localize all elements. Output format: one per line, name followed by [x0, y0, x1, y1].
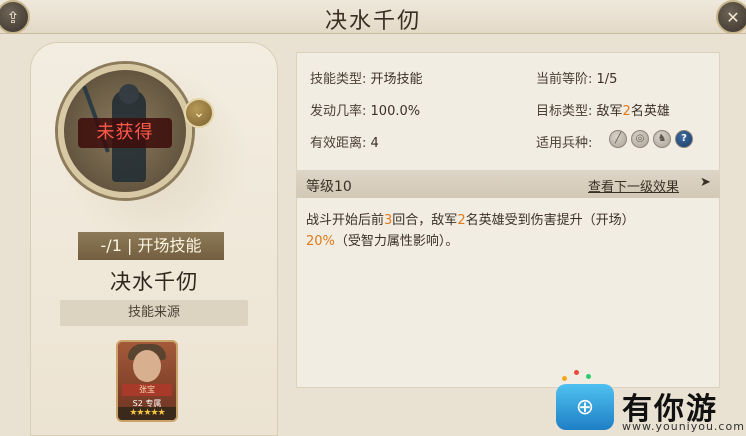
- skill-type-value: 开场技能: [370, 72, 423, 87]
- current-rank-value: 1/5: [596, 72, 618, 87]
- target-type-label: 目标类型:: [536, 104, 593, 119]
- target-type-suffix: 名英雄: [630, 104, 670, 119]
- horse-icon[interactable]: ♞: [653, 130, 671, 148]
- skill-level-type: -/1 | 开场技能: [78, 232, 224, 260]
- close-icon[interactable]: ✕: [716, 0, 746, 34]
- spear-icon[interactable]: ╱: [609, 130, 627, 148]
- desc-part-3: 名英雄受到伤害提升（开场）: [465, 213, 635, 228]
- watermark-url: www.youniyou.com: [622, 420, 745, 433]
- desc-part-1: 战斗开始后前: [306, 213, 385, 228]
- window-title: 决水千仞: [324, 9, 421, 34]
- unobtained-badge: 未获得: [78, 118, 172, 148]
- target-count: 2: [622, 104, 631, 119]
- skill-description: 战斗开始后前3回合，敌军2名英雄受到伤害提升（开场） 20%（受智力属性影响）。: [306, 210, 706, 252]
- gamepad-icon: ⊕: [556, 384, 614, 430]
- skill-level-label: 等级10: [306, 179, 352, 195]
- skill-name: 决水千仞: [110, 270, 198, 294]
- hero-face: [133, 350, 161, 382]
- chevron-down-icon[interactable]: ⌄: [184, 98, 214, 128]
- arrow-right-icon[interactable]: ➤: [700, 175, 711, 190]
- troop-icons: ╱ ◎ ♞ ?: [609, 130, 693, 148]
- desc-part-4: （受智力属性影响）。: [334, 234, 459, 249]
- desc-percent: 20%: [306, 234, 335, 249]
- troop-type-label: 适用兵种:: [536, 136, 593, 151]
- watermark-dot: [562, 376, 567, 381]
- hero-name: 张宝: [122, 384, 172, 396]
- trigger-rate-value: 100.0%: [370, 104, 421, 119]
- troop-type-row: 适用兵种:: [536, 132, 592, 151]
- desc-targets: 2: [457, 213, 466, 228]
- trigger-rate-row: 发动几率: 100.0%: [310, 100, 420, 119]
- range-value: 4: [370, 136, 379, 151]
- skill-type-row: 技能类型: 开场技能: [310, 68, 423, 87]
- current-rank-row: 当前等阶: 1/5: [536, 68, 617, 87]
- watermark-dot: [574, 370, 579, 375]
- current-rank-label: 当前等阶:: [536, 72, 593, 87]
- watermark-dot: [586, 374, 591, 379]
- desc-part-2: 回合，敌军: [392, 213, 458, 228]
- target-type-row: 目标类型: 敌军2名英雄: [536, 100, 670, 119]
- range-row: 有效距离: 4: [310, 132, 379, 151]
- trigger-rate-label: 发动几率:: [310, 104, 367, 119]
- help-icon[interactable]: ?: [675, 130, 693, 148]
- skill-type-label: 技能类型:: [310, 72, 367, 87]
- hero-stars: ★★★★★: [118, 407, 176, 420]
- range-label: 有效距离:: [310, 136, 367, 151]
- skill-source-button[interactable]: 技能来源: [60, 300, 248, 326]
- hero-portrait[interactable]: 张宝 S2 专属 ★★★★★: [116, 340, 178, 422]
- skill-medallion: 未获得: [58, 64, 192, 198]
- next-level-link[interactable]: 查看下一级效果: [588, 176, 679, 195]
- target-type-prefix: 敌军: [596, 104, 623, 119]
- bow-icon[interactable]: ◎: [631, 130, 649, 148]
